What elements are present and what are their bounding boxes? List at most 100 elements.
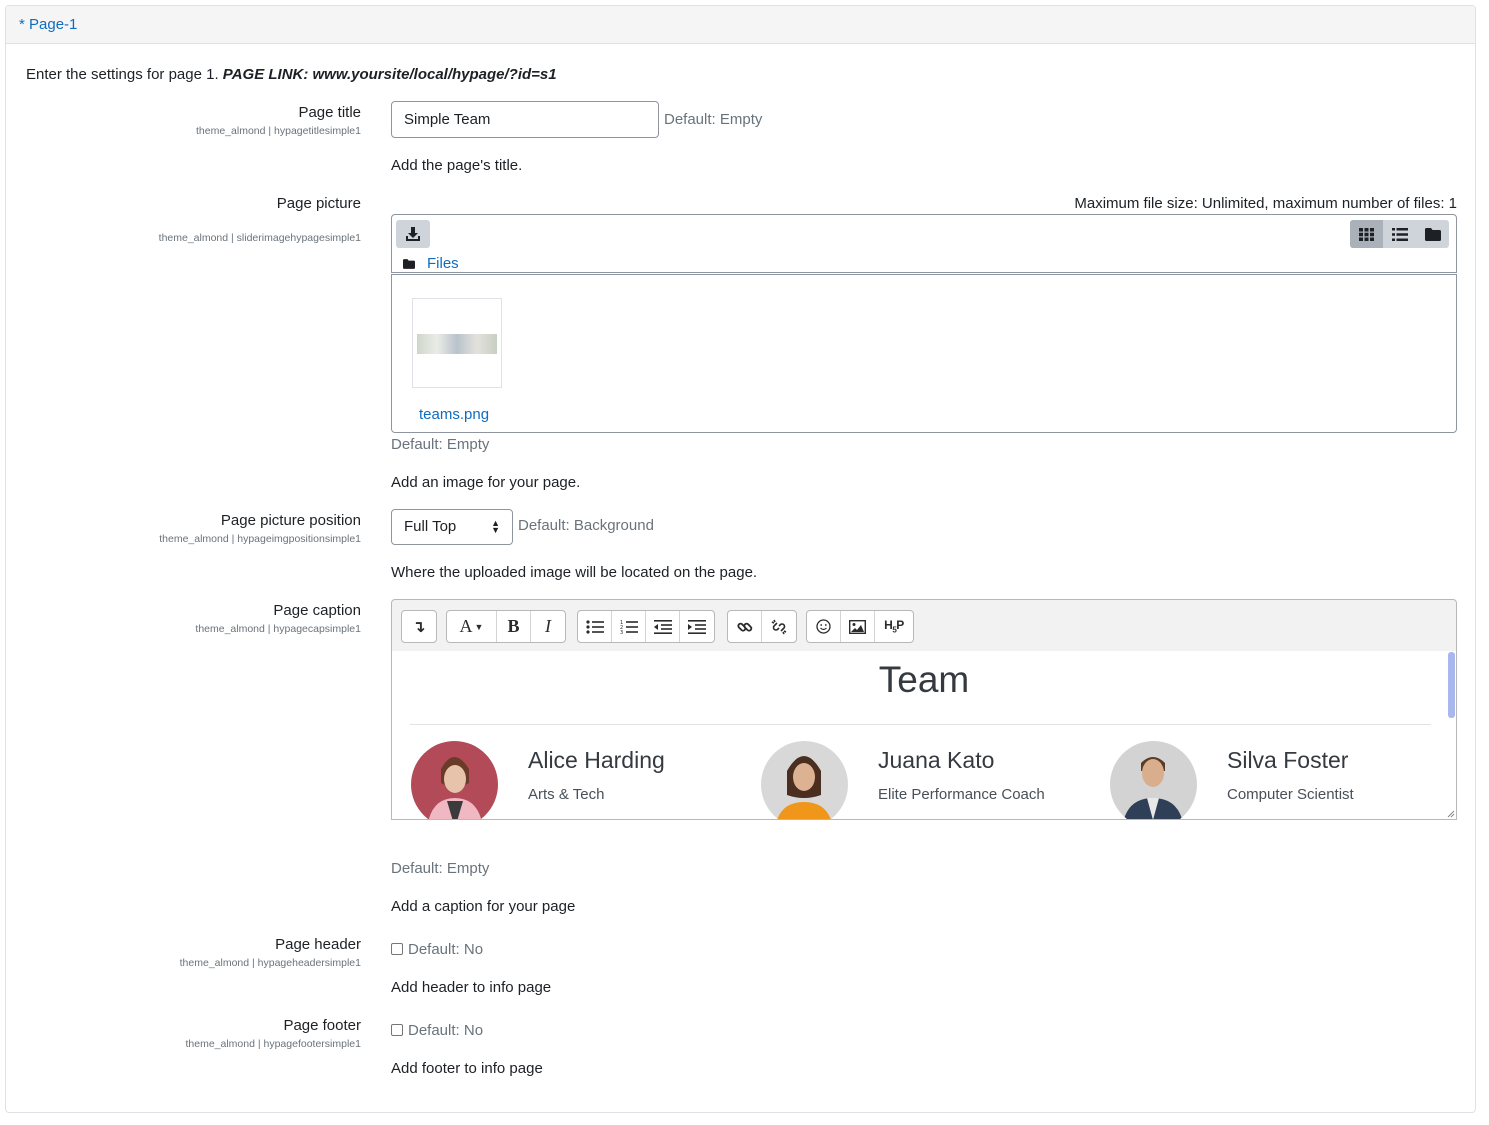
page-footer-checkbox[interactable] bbox=[391, 1024, 403, 1036]
member-role: Elite Performance Coach bbox=[878, 786, 1045, 803]
unordered-list-icon bbox=[585, 619, 604, 634]
section-toggle-link[interactable]: * Page-1 bbox=[19, 16, 77, 33]
member-name: Silva Foster bbox=[1227, 747, 1349, 773]
page-title-setting-name: theme_almond | hypagetitlesimple1 bbox=[196, 125, 361, 137]
editor-scrollbar[interactable] bbox=[1448, 652, 1455, 718]
toolbar-group-lists: 123 bbox=[577, 610, 715, 643]
toolbar-group-media: H5P bbox=[806, 610, 914, 643]
page-caption-setting-name: theme_almond | hypagecapsimple1 bbox=[195, 623, 361, 635]
page-header-checkbox-row: Default: No bbox=[391, 941, 483, 958]
picture-position-selected: Full Top bbox=[404, 518, 457, 535]
toolbar-group-collapse: ↴ bbox=[401, 610, 437, 643]
indent-button[interactable] bbox=[680, 611, 714, 642]
page-footer-setting-name: theme_almond | hypagefootersimple1 bbox=[185, 1038, 361, 1050]
file-thumbnail[interactable] bbox=[412, 298, 502, 388]
page-picture-label: Page picture bbox=[276, 195, 361, 212]
page-caption-default: Default: Empty bbox=[391, 860, 490, 877]
emoticon-button[interactable] bbox=[807, 611, 841, 642]
page-header-default: Default: No bbox=[408, 941, 484, 958]
section-header: * Page-1 bbox=[6, 6, 1475, 44]
download-button[interactable] bbox=[396, 220, 430, 248]
folder-icon bbox=[403, 258, 415, 269]
page-caption-description: Add a caption for your page bbox=[391, 898, 576, 915]
outdent-icon bbox=[653, 619, 672, 634]
page-footer-checkbox-row: Default: No bbox=[391, 1022, 483, 1039]
team-member-card: Silva Foster Computer Scientist bbox=[1110, 741, 1450, 819]
unlink-button[interactable] bbox=[762, 611, 796, 642]
h5p-button[interactable]: H5P bbox=[875, 611, 913, 642]
editor-divider bbox=[410, 724, 1431, 725]
page-header-setting-name: theme_almond | hypageheadersimple1 bbox=[179, 957, 361, 969]
intro-text: Enter the settings for page 1. PAGE LINK… bbox=[26, 66, 557, 83]
ordered-list-button[interactable]: 123 bbox=[612, 611, 646, 642]
file-name-link[interactable]: teams.png bbox=[419, 406, 489, 423]
chevron-down-icon: ▼ bbox=[474, 621, 484, 632]
unlink-icon bbox=[771, 619, 787, 634]
page-title-input[interactable] bbox=[391, 101, 659, 138]
indent-icon bbox=[688, 619, 706, 634]
page-footer-label: Page footer bbox=[283, 1017, 361, 1034]
file-drop-area[interactable]: teams.png bbox=[391, 274, 1457, 433]
page-title-description: Add the page's title. bbox=[391, 157, 523, 174]
insert-image-button[interactable] bbox=[841, 611, 875, 642]
toolbar-group-style: A ▼ B I bbox=[446, 610, 566, 643]
grid-view-button[interactable] bbox=[1350, 220, 1383, 248]
picture-position-default: Default: Background bbox=[518, 517, 654, 534]
select-arrows-icon: ▲ ▼ bbox=[491, 518, 500, 535]
download-icon bbox=[406, 226, 420, 241]
link-button[interactable] bbox=[728, 611, 762, 642]
folder-view-button[interactable] bbox=[1416, 220, 1449, 248]
h5p-icon: H5P bbox=[884, 618, 904, 635]
filepicker-toolbar: Files bbox=[391, 214, 1457, 273]
page-header-description: Add header to info page bbox=[391, 979, 552, 996]
member-role: Arts & Tech bbox=[528, 786, 605, 803]
editor-toolbar: ↴ A ▼ B I 123 H5P bbox=[391, 599, 1457, 652]
italic-icon: I bbox=[545, 616, 551, 636]
font-style-icon: A bbox=[459, 616, 473, 636]
page-caption-label: Page caption bbox=[273, 602, 361, 619]
page-picture-description: Add an image for your page. bbox=[391, 474, 581, 491]
picture-position-setting-name: theme_almond | hypageimgpositionsimple1 bbox=[159, 533, 361, 545]
page-header-checkbox[interactable] bbox=[391, 943, 403, 955]
unordered-list-button[interactable] bbox=[578, 611, 612, 642]
bold-button[interactable]: B bbox=[497, 611, 531, 642]
italic-button[interactable]: I bbox=[531, 611, 565, 642]
ordered-list-icon: 123 bbox=[620, 620, 638, 635]
page-title-label: Page title bbox=[298, 104, 361, 121]
picture-position-select[interactable]: Full Top ▲ ▼ bbox=[391, 509, 513, 545]
file-limits-text: Maximum file size: Unlimited, maximum nu… bbox=[1074, 195, 1457, 212]
picture-position-label: Page picture position bbox=[220, 512, 361, 529]
team-member-card: Alice Harding Arts & Tech bbox=[411, 741, 751, 819]
breadcrumb-files-link[interactable]: Files bbox=[427, 255, 459, 272]
editor-heading: Team bbox=[878, 659, 970, 700]
collapse-icon: ↴ bbox=[412, 618, 426, 636]
svg-text:3: 3 bbox=[620, 630, 623, 635]
view-mode-switcher bbox=[1350, 220, 1449, 248]
list-view-button[interactable] bbox=[1383, 220, 1416, 248]
picture-position-description: Where the uploaded image will be located… bbox=[391, 564, 758, 581]
list-icon bbox=[1391, 227, 1408, 241]
caption-editor-content[interactable]: Team Alice Harding Arts & Tech Juana Kat… bbox=[391, 651, 1457, 820]
page-title-default: Default: Empty bbox=[664, 111, 763, 128]
page-picture-default: Default: Empty bbox=[391, 436, 490, 453]
resize-handle-icon[interactable] bbox=[1447, 810, 1455, 818]
image-icon bbox=[849, 619, 866, 634]
page-picture-setting-name: theme_almond | sliderimagehypagesimple1 bbox=[158, 232, 361, 244]
paragraph-style-button[interactable]: A ▼ bbox=[447, 611, 497, 642]
toolbar-toggle-button[interactable]: ↴ bbox=[402, 611, 436, 642]
outdent-button[interactable] bbox=[646, 611, 680, 642]
page-header-label: Page header bbox=[275, 936, 361, 953]
smiley-icon bbox=[816, 619, 831, 634]
page-link-text: PAGE LINK: www.yoursite/local/hypage/?id… bbox=[222, 66, 557, 83]
team-member-card: Juana Kato Elite Performance Coach bbox=[761, 741, 1101, 819]
avatar bbox=[411, 741, 498, 819]
file-preview-image bbox=[417, 334, 497, 354]
page-footer-default: Default: No bbox=[408, 1022, 484, 1039]
folder-icon bbox=[1424, 227, 1441, 241]
member-role: Computer Scientist bbox=[1227, 786, 1354, 803]
toolbar-group-links bbox=[727, 610, 797, 643]
member-name: Alice Harding bbox=[528, 747, 665, 773]
avatar bbox=[1110, 741, 1197, 819]
filepicker-breadcrumb: Files bbox=[403, 255, 459, 272]
link-icon bbox=[736, 622, 752, 632]
